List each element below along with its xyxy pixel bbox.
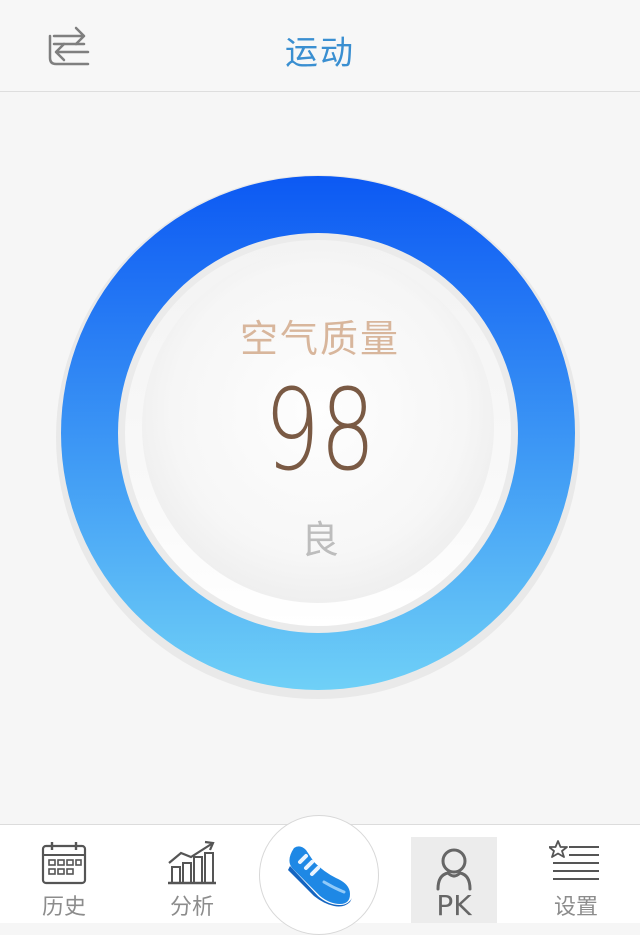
tab-pk-label: PK (436, 889, 472, 922)
tab-settings-label: 设置 (553, 895, 598, 920)
user-icon (436, 848, 472, 891)
settings-list-icon (549, 840, 599, 880)
tab-analysis[interactable]: 分析 (146, 825, 238, 923)
shoe-icon (288, 846, 352, 907)
tab-pk[interactable]: PK (411, 837, 497, 923)
header-bar: 运动 (0, 0, 640, 92)
tab-settings[interactable]: 设置 (530, 825, 622, 923)
page-title: 运动 (285, 33, 355, 72)
tab-history-label: 历史 (41, 895, 86, 920)
air-quality-value: 98 (264, 366, 376, 496)
sport-center-button[interactable] (259, 815, 379, 935)
air-quality-label: 空气质量 (239, 317, 400, 361)
air-quality-level: 良 (300, 518, 339, 562)
calendar-icon (41, 842, 87, 885)
tab-analysis-label: 分析 (169, 895, 214, 920)
tab-history[interactable]: 历史 (18, 825, 110, 923)
chart-icon (168, 840, 216, 885)
